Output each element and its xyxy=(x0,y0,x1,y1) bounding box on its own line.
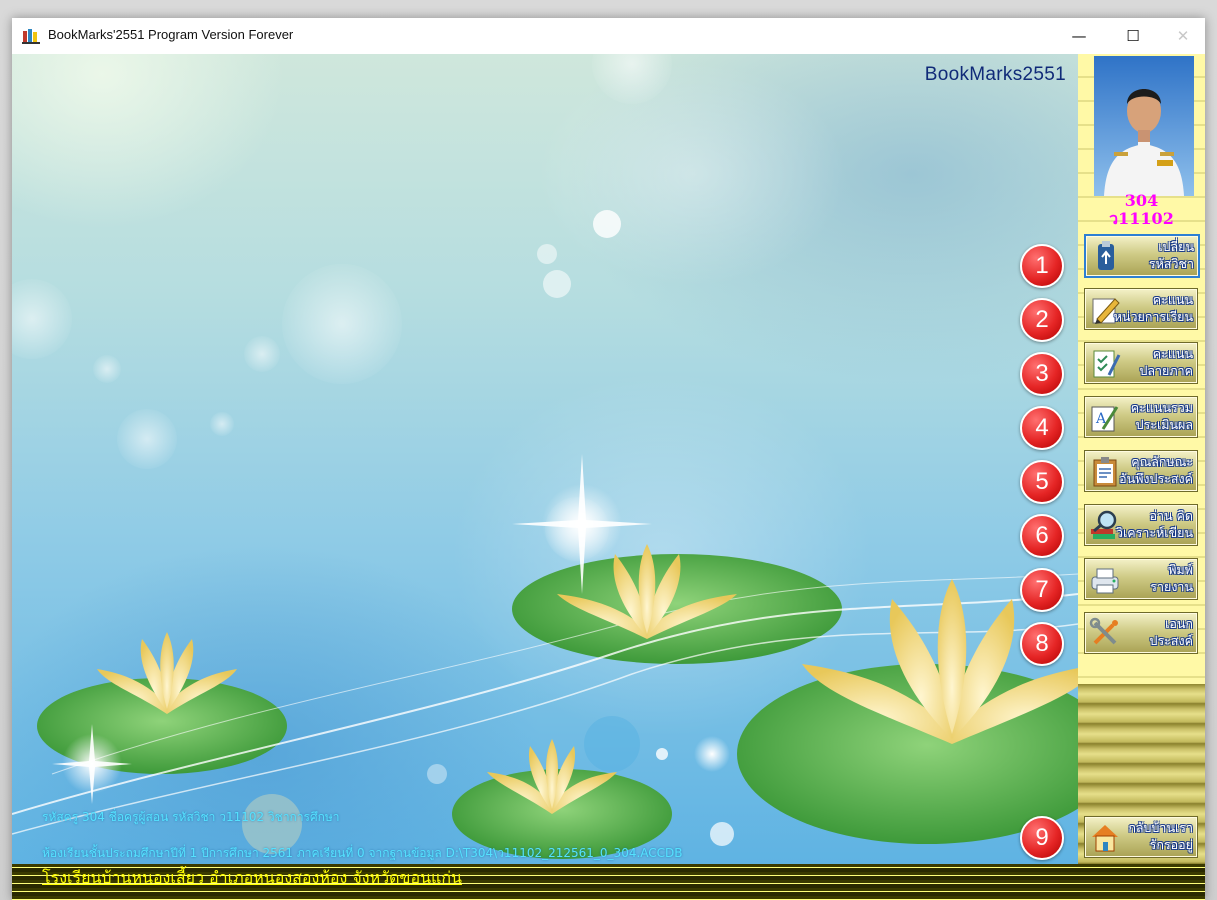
print-report-line1: พิมพ์ xyxy=(1168,562,1193,577)
title-bar: BookMarks'2551 Program Version Forever —… xyxy=(12,18,1205,54)
total-evaluation-line2: ประเมินผล xyxy=(1135,417,1193,432)
site-title: BookMarks2551 xyxy=(924,64,1066,85)
tools-icon xyxy=(1089,617,1118,645)
badge-6: 6 xyxy=(1020,514,1064,558)
final-exam-scores-button[interactable]: คะแนน ปลายภาค xyxy=(1084,342,1198,384)
final-exam-scores-label: คะแนน ปลายภาค xyxy=(1139,345,1193,379)
unit-scores-button[interactable]: คะแนน หน่วยการเรียน xyxy=(1084,288,1198,330)
sidebar: 304 ว11102 เปลี่ยน รหัสวิชา คะแนน หน่วยก… xyxy=(1078,54,1205,864)
badge-5: 5 xyxy=(1020,460,1064,504)
badge-9: 9 xyxy=(1020,816,1064,860)
clipboard-icon xyxy=(1093,457,1117,487)
home-icon xyxy=(1092,825,1118,852)
utilities-line1: เอนก xyxy=(1165,616,1193,631)
subject-code: ว11102 xyxy=(1109,209,1174,228)
school-name: โรงเรียนบ้านหนองเสี้ยว อำเภอหนองสองห้อง … xyxy=(42,868,462,887)
utilities-button[interactable]: เอนก ประสงค์ xyxy=(1084,612,1198,654)
checklist-pen-icon xyxy=(1093,350,1121,378)
maximize-button[interactable]: ☐ xyxy=(1110,20,1156,52)
print-report-button[interactable]: พิมพ์ รายงาน xyxy=(1084,558,1198,600)
teacher-info-line: รหัสครู 304 ชื่อครูผู้สอน รหัสวิชา ว1110… xyxy=(42,810,340,824)
unit-scores-label: คะแนน หน่วยการเรียน xyxy=(1114,291,1193,325)
unit-scores-line1: คะแนน xyxy=(1152,292,1193,307)
minimize-button[interactable]: — xyxy=(1056,20,1102,52)
desirable-characteristics-label: คุณลักษณะ อันพึงประสงค์ xyxy=(1119,453,1193,487)
print-report-line2: รายงาน xyxy=(1150,579,1193,594)
read-think-analyze-line1: อ่าน คิด xyxy=(1149,508,1193,523)
go-home-label: กลับบ้านเรา รักรออยู่ xyxy=(1128,819,1193,853)
utilities-line2: ประสงค์ xyxy=(1149,633,1193,648)
final-exam-scores-line1: คะแนน xyxy=(1152,346,1193,361)
printer-icon xyxy=(1091,568,1119,594)
change-subject-line1: เปลี่ยน xyxy=(1158,239,1194,254)
change-subject-button[interactable]: เปลี่ยน รหัสวิชา xyxy=(1084,234,1200,278)
change-subject-label: เปลี่ยน รหัสวิชา xyxy=(1149,238,1194,272)
total-evaluation-label: คะแนนรวม ประเมินผล xyxy=(1131,399,1193,433)
badge-4: 4 xyxy=(1020,406,1064,450)
utilities-label: เอนก ประสงค์ xyxy=(1150,615,1193,649)
usb-drive-icon xyxy=(1098,241,1114,270)
background-scene: BookMarks2551 รหัสครู 304 ชื่อครูผู้สอน … xyxy=(12,54,1078,864)
go-home-button[interactable]: กลับบ้านเรา รักรออยู่ xyxy=(1084,816,1198,858)
database-info-line: ห้องเรียนชั้นประถมศึกษาปีที่ 1 ปีการศึกษ… xyxy=(42,846,683,860)
change-subject-line2: รหัสวิชา xyxy=(1148,256,1194,271)
app-window: BookMarks'2551 Program Version Forever —… xyxy=(12,18,1205,900)
badge-1: 1 xyxy=(1020,244,1064,288)
unit-scores-line2: หน่วยการเรียน xyxy=(1113,309,1193,324)
desirable-characteristics-line2: อันพึงประสงค์ xyxy=(1119,471,1193,486)
badge-3: 3 xyxy=(1020,352,1064,396)
teacher-code: 304 xyxy=(1124,191,1159,210)
desirable-characteristics-line1: คุณลักษณะ xyxy=(1131,454,1193,469)
badge-2: 2 xyxy=(1020,298,1064,342)
go-home-line1: กลับบ้านเรา xyxy=(1128,820,1193,835)
desirable-characteristics-button[interactable]: คุณลักษณะ อันพึงประสงค์ xyxy=(1084,450,1198,492)
total-evaluation-button[interactable]: A คะแนนรวม ประเมินผล xyxy=(1084,396,1198,438)
final-exam-scores-line2: ปลายภาค xyxy=(1139,363,1193,378)
close-button[interactable]: ✕ xyxy=(1160,20,1205,52)
teacher-photo xyxy=(1094,56,1194,196)
lotus-pond-illustration xyxy=(12,54,1078,859)
read-think-analyze-line2: วิเคราะห์เขียน xyxy=(1115,525,1193,540)
badge-8: 8 xyxy=(1020,622,1064,666)
app-icon xyxy=(22,29,40,44)
read-think-analyze-label: อ่าน คิด วิเคราะห์เขียน xyxy=(1116,507,1193,541)
total-evaluation-line1: คะแนนรวม xyxy=(1130,400,1193,415)
evaluation-icon: A xyxy=(1091,406,1119,432)
go-home-line2: รักรออยู่ xyxy=(1149,837,1193,852)
read-think-analyze-button[interactable]: อ่าน คิด วิเคราะห์เขียน xyxy=(1084,504,1198,546)
badge-7: 7 xyxy=(1020,568,1064,612)
window-title: BookMarks'2551 Program Version Forever xyxy=(48,27,294,42)
print-report-label: พิมพ์ รายงาน xyxy=(1150,561,1193,595)
